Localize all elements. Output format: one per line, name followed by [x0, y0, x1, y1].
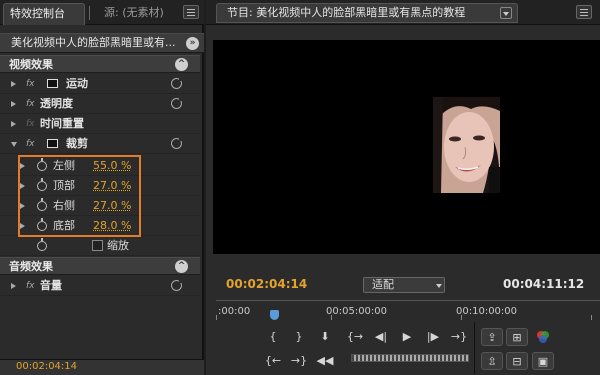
- fx-icon[interactable]: fx: [26, 74, 35, 94]
- reset-icon[interactable]: [171, 137, 183, 149]
- reset-icon[interactable]: [171, 97, 183, 109]
- ruler-tick: [216, 315, 217, 320]
- zoom-label: 缩放: [107, 239, 129, 252]
- panel-menu-icon[interactable]: [183, 5, 199, 19]
- marker-button[interactable]: ⬇: [314, 328, 336, 346]
- effect-label-volume: 音量: [40, 279, 62, 292]
- effect-row-crop[interactable]: fx 裁剪: [0, 134, 200, 154]
- stopwatch-icon[interactable]: [37, 238, 47, 251]
- expand-triangle-icon[interactable]: [11, 81, 16, 87]
- go-to-in-button[interactable]: {→: [344, 328, 366, 346]
- effect-row-opacity[interactable]: fx 透明度: [0, 94, 200, 114]
- show-timeline-icon[interactable]: »: [186, 37, 199, 50]
- shuttle-back-button[interactable]: ◀◀: [314, 352, 336, 370]
- effect-controls-tabbar: 特效控制台 源: (无素材): [0, 0, 204, 25]
- duration-timecode: 00:04:11:12: [503, 277, 585, 291]
- program-monitor-tabbar: 节目: 美化视频中人的脸部黑暗里或有黑点的教程: [206, 0, 600, 25]
- cropped-face-image: [433, 97, 500, 193]
- ruler-tick: [461, 315, 462, 320]
- export-frame-icon[interactable]: ▣: [532, 352, 554, 370]
- expand-triangle-icon[interactable]: [11, 283, 16, 289]
- fx-icon[interactable]: fx: [26, 134, 35, 154]
- ruler-tick: [591, 315, 592, 320]
- tab-separator: [89, 6, 90, 20]
- footer-timecode[interactable]: 00:02:04:14: [16, 361, 77, 372]
- effect-label-crop: 裁剪: [66, 137, 88, 150]
- highlight-box: [18, 155, 141, 237]
- mark-in-button[interactable]: {: [262, 328, 284, 346]
- fit-label: 适配: [372, 278, 394, 291]
- effect-label-time-remap: 时间重置: [40, 117, 84, 130]
- zoom-checkbox[interactable]: [92, 240, 103, 251]
- expand-triangle-icon[interactable]: [11, 101, 16, 107]
- clip-title: 美化视频中人的脸部黑暗里或有... »: [0, 33, 204, 53]
- ruler-label: :00:00: [218, 306, 251, 317]
- fx-icon[interactable]: fx: [26, 276, 35, 296]
- divider: [474, 322, 475, 374]
- chevron-down-icon[interactable]: [436, 284, 442, 288]
- go-to-out-button[interactable]: →}: [448, 328, 470, 346]
- zoom-fit-select[interactable]: 适配: [363, 277, 445, 293]
- ruler-label: 00:10:00:00: [456, 306, 518, 317]
- effect-label-motion: 运动: [66, 77, 88, 90]
- extract-icon[interactable]: ⇫: [481, 352, 503, 370]
- video-effects-label: 视频效果: [9, 58, 53, 71]
- timecode-row: 00:02:04:14 适配 00:04:11:12: [206, 270, 600, 298]
- current-timecode[interactable]: 00:02:04:14: [226, 277, 307, 291]
- tab-source[interactable]: 源: (无素材): [98, 3, 178, 25]
- collapse-icon[interactable]: ^: [175, 260, 188, 273]
- ruler-label: 00:05:00:00: [326, 306, 388, 317]
- output-icon[interactable]: [532, 328, 554, 346]
- tab-effect-controls[interactable]: 特效控制台: [3, 3, 85, 25]
- dropdown-icon[interactable]: [500, 7, 512, 19]
- jog-wheel[interactable]: [351, 354, 469, 362]
- collapse-icon[interactable]: ^: [175, 58, 188, 71]
- effect-controls-panel: 特效控制台 源: (无素材) 美化视频中人的脸部黑暗里或有... » 视频效果 …: [0, 0, 204, 375]
- fx-icon: fx: [26, 119, 35, 129]
- video-effects-header: 视频效果 ^: [0, 55, 200, 73]
- fx-icon[interactable]: fx: [26, 94, 35, 114]
- crop-icon[interactable]: [47, 139, 58, 148]
- step-back-button[interactable]: ◀|: [370, 328, 392, 346]
- ruler-tick: [331, 315, 332, 320]
- playhead-marker[interactable]: [270, 310, 279, 320]
- go-to-next-edit-button[interactable]: →}: [288, 352, 310, 370]
- collapse-triangle-icon[interactable]: [11, 142, 17, 147]
- effect-label-opacity: 透明度: [40, 97, 73, 110]
- expand-triangle-icon[interactable]: [11, 121, 16, 127]
- reset-icon[interactable]: [171, 77, 183, 89]
- reset-icon[interactable]: [171, 279, 183, 291]
- audio-effects-label: 音频效果: [9, 260, 53, 273]
- clip-title-text: 美化视频中人的脸部黑暗里或有...: [11, 36, 176, 49]
- step-forward-button[interactable]: |▶: [422, 328, 444, 346]
- trim-icon[interactable]: ⊟: [506, 352, 528, 370]
- video-viewer[interactable]: [213, 40, 600, 254]
- program-tab-label: 节目: 美化视频中人的脸部黑暗里或有黑点的教程: [227, 6, 466, 19]
- crop-prop-zoom: 缩放: [0, 236, 200, 256]
- motion-icon[interactable]: [47, 79, 58, 88]
- effect-controls-footer: 00:02:04:14: [0, 359, 204, 375]
- safe-margins-icon[interactable]: ⊞: [506, 328, 528, 346]
- go-to-prev-edit-button[interactable]: {←: [262, 352, 284, 370]
- tab-program[interactable]: 节目: 美化视频中人的脸部黑暗里或有黑点的教程: [216, 3, 518, 23]
- program-monitor-panel: 节目: 美化视频中人的脸部黑暗里或有黑点的教程 00:02:04:14 适配 0…: [206, 0, 600, 375]
- effect-row-volume[interactable]: fx 音量: [0, 276, 200, 296]
- mark-out-button[interactable]: }: [288, 328, 310, 346]
- effect-row-time-remap[interactable]: fx 时间重置: [0, 114, 200, 134]
- lift-icon[interactable]: ⇪: [481, 328, 503, 346]
- effect-row-motion[interactable]: fx 运动: [0, 74, 200, 94]
- audio-effects-header: 音频效果 ^: [0, 257, 200, 275]
- play-button[interactable]: ▶: [396, 328, 418, 346]
- panel-menu-icon[interactable]: [576, 5, 592, 19]
